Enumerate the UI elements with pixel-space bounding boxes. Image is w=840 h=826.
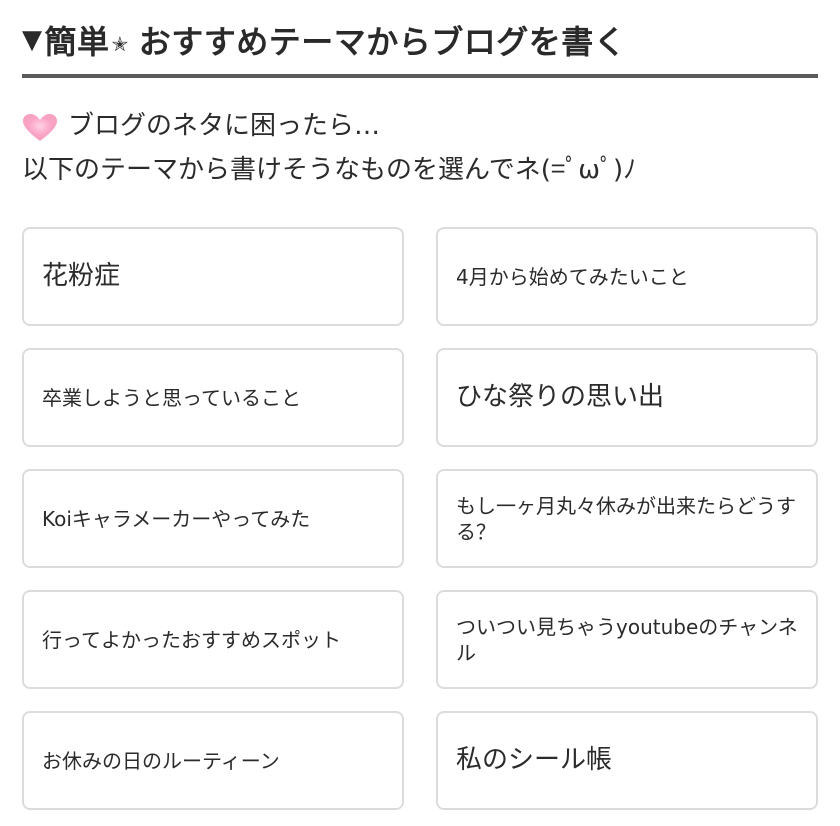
theme-card-sticker-book[interactable]: 私のシール帳: [436, 711, 818, 810]
theme-label: もし一ヶ月丸々休みが出来たらどうする？: [456, 493, 796, 544]
theme-label: 4月から始めてみたいこと: [456, 264, 689, 289]
theme-label: お休みの日のルーティーン: [42, 748, 280, 773]
theme-card-graduate[interactable]: 卒業しようと思っていること: [22, 348, 404, 447]
theme-card-hinamatsuri[interactable]: ひな祭りの思い出: [436, 348, 818, 447]
theme-card-holiday-routine[interactable]: お休みの日のルーティーン: [22, 711, 404, 810]
theme-card-month-off[interactable]: もし一ヶ月丸々休みが出来たらどうする？: [436, 469, 818, 568]
intro-line-1: ブログのネタに困ったら…: [22, 104, 822, 148]
theme-label: 卒業しようと思っていること: [42, 385, 301, 410]
triangle-down-icon: ▼: [22, 25, 43, 55]
section-header: ▼ 簡単 ✭ おすすめテーマからブログを書く: [22, 18, 818, 62]
heart-icon: [22, 113, 58, 143]
intro-text: ブログのネタに困ったら… 以下のテーマから書けそうなものを選んでネ(=ﾟωﾟ)ﾉ: [22, 104, 822, 192]
theme-label: ついつい見ちゃうyoutubeのチャンネル: [456, 614, 798, 665]
intro-line-2: 以下のテーマから書けそうなものを選んでネ(=ﾟωﾟ)ﾉ: [22, 155, 637, 185]
theme-card-kafunsho[interactable]: 花粉症: [22, 227, 404, 326]
theme-label: 花粉症: [42, 260, 121, 291]
title-prefix: 簡単: [44, 23, 110, 61]
theme-label: 私のシール帳: [456, 744, 613, 775]
intro-line-1-text: ブログのネタに困ったら…: [68, 111, 381, 141]
theme-card-april-start[interactable]: 4月から始めてみたいこと: [436, 227, 818, 326]
theme-label: Koiキャラメーカーやってみた: [42, 506, 311, 531]
theme-card-recommended-spot[interactable]: 行ってよかったおすすめスポット: [22, 590, 404, 689]
theme-label: 行ってよかったおすすめスポット: [42, 627, 341, 652]
section-title: おすすめテーマからブログを書く: [138, 23, 627, 61]
star-icon: ✭: [111, 32, 129, 56]
theme-card-koi-chara-maker[interactable]: Koiキャラメーカーやってみた: [22, 469, 404, 568]
theme-grid: 花粉症 4月から始めてみたいこと 卒業しようと思っていること ひな祭りの思い出 …: [22, 227, 818, 810]
theme-card-youtube-channel[interactable]: ついつい見ちゃうyoutubeのチャンネル: [436, 590, 818, 689]
header-divider: [22, 74, 818, 78]
theme-label: ひな祭りの思い出: [456, 381, 665, 412]
